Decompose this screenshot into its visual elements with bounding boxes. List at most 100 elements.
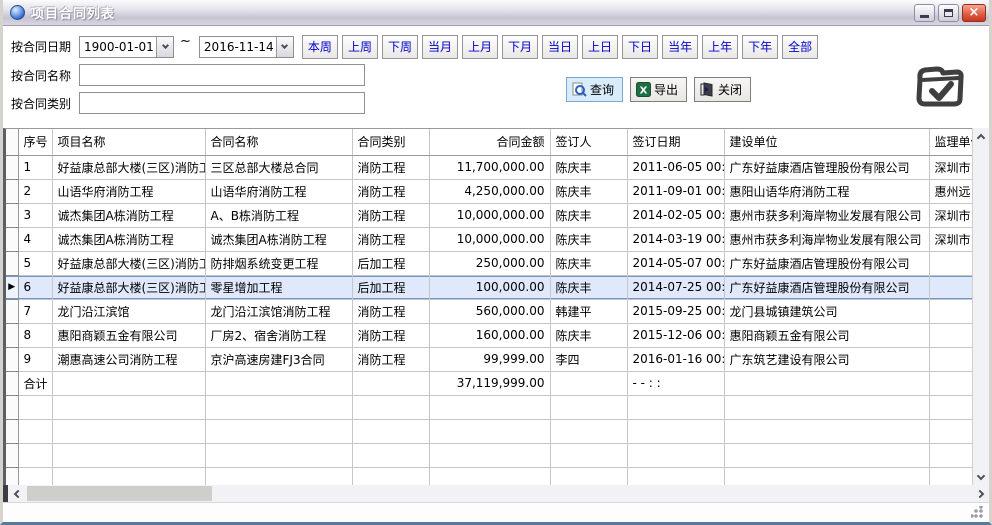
cell-amount[interactable]: 37,119,999.00 <box>429 371 550 395</box>
export-button[interactable]: X 导出 <box>630 77 687 102</box>
cell-signer[interactable]: 陈庆丰 <box>550 155 627 179</box>
cell-amount[interactable]: 560,000.00 <box>429 299 550 323</box>
cell-seq[interactable]: 1 <box>18 155 52 179</box>
cell-contract[interactable] <box>205 443 352 467</box>
cell-signer[interactable]: 李四 <box>550 347 627 371</box>
cell-project[interactable] <box>52 371 205 395</box>
cell-seq[interactable]: 7 <box>18 299 52 323</box>
cell-date[interactable]: 2015-12-06 00:00 <box>627 323 724 347</box>
cell-date[interactable]: 2014-07-25 00:00 <box>627 275 724 299</box>
cell-contract[interactable]: 厂房2、宿舍消防工程 <box>205 323 352 347</box>
cell-amount[interactable]: 100,000.00 <box>429 275 550 299</box>
quick-range-button-8[interactable]: 下日 <box>622 35 658 59</box>
cell-seq[interactable]: 4 <box>18 227 52 251</box>
minimize-button[interactable] <box>914 4 935 22</box>
cell-project[interactable] <box>52 467 205 485</box>
cell-date[interactable]: - - : : <box>627 371 724 395</box>
contract-name-input[interactable] <box>79 64 365 86</box>
cell-seq[interactable]: 9 <box>18 347 52 371</box>
vertical-scrollbar[interactable] <box>972 128 989 485</box>
cell-builder[interactable] <box>724 371 929 395</box>
date-from-dropdown-button[interactable] <box>156 37 173 57</box>
cell-supervisor[interactable] <box>929 467 972 485</box>
cell-supervisor[interactable] <box>929 443 972 467</box>
cell-project[interactable]: 好益康总部大楼(三区)消防工 <box>52 251 205 275</box>
cell-seq[interactable] <box>18 395 52 419</box>
cell-signer[interactable]: 陈庆丰 <box>550 323 627 347</box>
cell-project[interactable]: 潮惠高速公司消防工程 <box>52 347 205 371</box>
column-header-date[interactable]: 签订日期 <box>627 129 724 155</box>
cell-project[interactable]: 惠阳商颖五金有限公司 <box>52 323 205 347</box>
cell-seq[interactable]: 6 <box>18 275 52 299</box>
cell-supervisor[interactable] <box>929 275 972 299</box>
cell-seq[interactable] <box>18 443 52 467</box>
cell-builder[interactable]: 惠阳商颖五金有限公司 <box>724 323 929 347</box>
cell-signer[interactable]: 陈庆丰 <box>550 203 627 227</box>
cell-amount[interactable] <box>429 419 550 443</box>
cell-date[interactable]: 2011-09-01 00:00 <box>627 179 724 203</box>
cell-type[interactable] <box>352 395 429 419</box>
cell-type[interactable]: 消防工程 <box>352 155 429 179</box>
column-header-contract[interactable]: 合同名称 <box>205 129 352 155</box>
cell-amount[interactable]: 11,700,000.00 <box>429 155 550 179</box>
cell-contract[interactable]: 山语华府消防工程 <box>205 179 352 203</box>
cell-amount[interactable]: 4,250,000.00 <box>429 179 550 203</box>
contract-type-input[interactable] <box>79 92 365 114</box>
cell-type[interactable] <box>352 419 429 443</box>
column-header-seq[interactable]: 序号 <box>18 129 52 155</box>
close-window-button[interactable]: × <box>962 4 986 22</box>
cell-amount[interactable]: 160,000.00 <box>429 323 550 347</box>
table-row[interactable]: 2山语华府消防工程山语华府消防工程消防工程4,250,000.00陈庆丰2011… <box>6 179 972 203</box>
cell-project[interactable] <box>52 395 205 419</box>
scroll-down-button[interactable] <box>973 468 989 485</box>
cell-signer[interactable] <box>550 419 627 443</box>
quick-range-button-6[interactable]: 当日 <box>542 35 578 59</box>
maximize-button[interactable] <box>938 4 959 22</box>
quick-range-button-7[interactable]: 上日 <box>582 35 618 59</box>
cell-builder[interactable] <box>724 395 929 419</box>
cell-date[interactable]: 2011-06-05 00:00 <box>627 155 724 179</box>
quick-range-button-4[interactable]: 上月 <box>462 35 498 59</box>
cell-type[interactable]: 后加工程 <box>352 251 429 275</box>
cell-builder[interactable]: 广东筑艺建设有限公司 <box>724 347 929 371</box>
cell-supervisor[interactable] <box>929 395 972 419</box>
cell-contract[interactable]: 京沪高速房建FJ3合同 <box>205 347 352 371</box>
column-header-project[interactable]: 项目名称 <box>52 129 205 155</box>
column-header-type[interactable]: 合同类别 <box>352 129 429 155</box>
cell-signer[interactable]: 陈庆丰 <box>550 275 627 299</box>
cell-supervisor[interactable] <box>929 371 972 395</box>
cell-project[interactable] <box>52 419 205 443</box>
cell-amount[interactable] <box>429 443 550 467</box>
query-button[interactable]: 查询 <box>566 77 623 102</box>
cell-seq[interactable]: 2 <box>18 179 52 203</box>
cell-seq[interactable] <box>18 419 52 443</box>
cell-contract[interactable]: 三区总部大楼总合同 <box>205 155 352 179</box>
quick-range-button-5[interactable]: 下月 <box>502 35 538 59</box>
cell-builder[interactable] <box>724 467 929 485</box>
column-header-amount[interactable]: 合同金额 <box>429 129 550 155</box>
cell-supervisor[interactable]: 深圳市 <box>929 227 972 251</box>
cell-builder[interactable]: 广东好益康酒店管理股份有限公司 <box>724 155 929 179</box>
cell-date[interactable] <box>627 443 724 467</box>
cell-type[interactable] <box>352 443 429 467</box>
cell-type[interactable]: 消防工程 <box>352 203 429 227</box>
cell-supervisor[interactable]: 惠州远 <box>929 179 972 203</box>
cell-project[interactable]: 山语华府消防工程 <box>52 179 205 203</box>
cell-date[interactable]: 2015-09-25 00:00 <box>627 299 724 323</box>
cell-seq[interactable]: 3 <box>18 203 52 227</box>
scroll-right-button[interactable] <box>972 485 989 502</box>
cell-type[interactable]: 消防工程 <box>352 227 429 251</box>
table-row[interactable]: 7龙门沿江滨馆龙门沿江滨馆消防工程消防工程560,000.00韩建平2015-0… <box>6 299 972 323</box>
cell-contract[interactable]: 零星增加工程 <box>205 275 352 299</box>
cell-type[interactable] <box>352 467 429 485</box>
scroll-left-button[interactable] <box>8 485 25 502</box>
cell-supervisor[interactable] <box>929 299 972 323</box>
cell-date[interactable]: 2016-01-16 00:00 <box>627 347 724 371</box>
cell-supervisor[interactable] <box>929 251 972 275</box>
cell-date[interactable]: 2014-05-07 00:00 <box>627 251 724 275</box>
cell-builder[interactable] <box>724 443 929 467</box>
close-button[interactable]: 关闭 <box>694 77 751 102</box>
cell-amount[interactable] <box>429 395 550 419</box>
cell-supervisor[interactable] <box>929 323 972 347</box>
cell-contract[interactable]: 诚杰集团A栋消防工程 <box>205 227 352 251</box>
